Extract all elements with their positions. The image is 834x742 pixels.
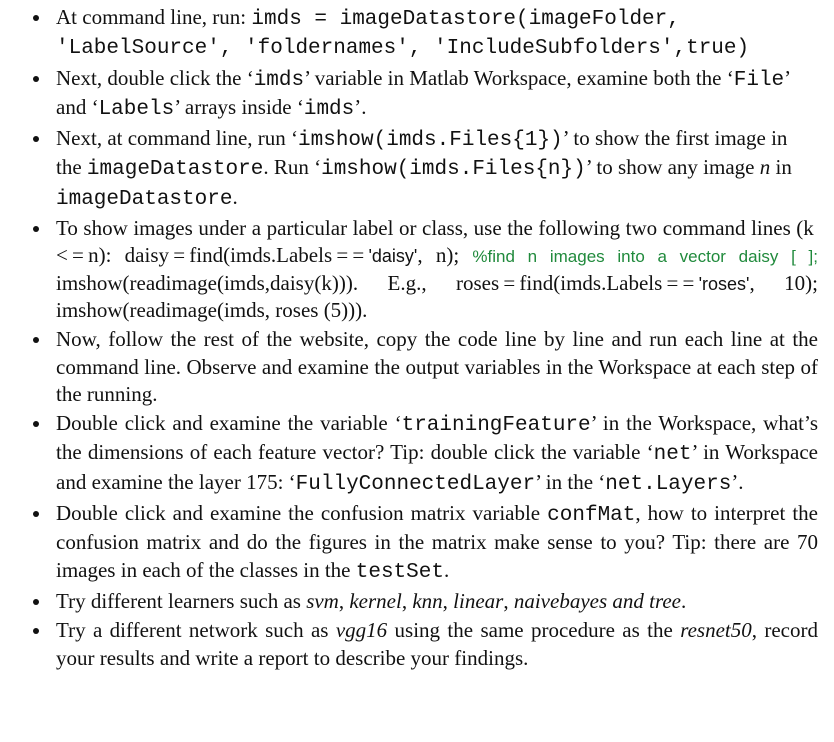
text: ’ in the ‘	[535, 470, 605, 494]
list-item: Next, at command line, run ‘imshow(imds.…	[52, 125, 818, 213]
list-item: Now, follow the rest of the website, cop…	[52, 326, 818, 408]
code-span: Labels	[99, 98, 175, 121]
code-span: imds	[254, 69, 304, 92]
text: , n);	[417, 243, 472, 267]
text: ,	[443, 589, 454, 613]
list-item: At command line, run: imds = imageDatast…	[52, 4, 818, 63]
text: ,	[503, 589, 514, 613]
string-literal: 'roses'	[699, 274, 750, 294]
code-span: imshow(imds.Files{1})	[298, 129, 563, 152]
code-span: confMat	[547, 504, 635, 527]
italic: svm	[306, 589, 339, 613]
text: ’.	[731, 470, 743, 494]
instruction-list: At command line, run: imds = imageDatast…	[8, 4, 818, 672]
list-item: Try a different network such as vgg16 us…	[52, 617, 818, 672]
code-span: imds	[304, 98, 354, 121]
italic: kernel	[349, 589, 401, 613]
text: ’ variable in Matlab Workspace, examine …	[304, 66, 734, 90]
text: . Run ‘	[263, 155, 321, 179]
code-span: imageDatastore	[87, 158, 263, 181]
text: Try different learners such as	[56, 589, 306, 613]
text: .	[232, 185, 237, 209]
text: ’ arrays inside ‘	[174, 95, 304, 119]
text: ,	[339, 589, 350, 613]
code-span: imshow(imds.Files{n})	[321, 158, 586, 181]
list-item: Next, double click the ‘imds’ variable i…	[52, 65, 818, 124]
italic: linear	[453, 589, 503, 613]
list-item: Double click and examine the confusion m…	[52, 500, 818, 586]
text: Next, at command line, run ‘	[56, 126, 298, 150]
text: in	[770, 155, 792, 179]
text: Double click and examine the confusion m…	[56, 501, 547, 525]
text: At command line, run:	[56, 5, 251, 29]
text: imshow(readimage(imds,daisy(k))). E.g., …	[56, 271, 699, 295]
italic: n	[760, 155, 771, 179]
text: ’.	[354, 95, 366, 119]
text: Now, follow the rest of the website, cop…	[56, 327, 818, 406]
text: using the same procedure as the	[387, 618, 680, 642]
italic: knn	[412, 589, 442, 613]
code-span: testSet	[356, 561, 444, 584]
text: ,	[402, 589, 413, 613]
text: .	[444, 558, 449, 582]
list-item: Try different learners such as svm, kern…	[52, 588, 818, 615]
code-span: net	[654, 443, 692, 466]
text: Try a different network such as	[56, 618, 336, 642]
code-span: trainingFeature	[402, 414, 591, 437]
code-span: File	[734, 69, 784, 92]
code-span: net.Layers	[605, 473, 731, 496]
list-item: To show images under a particular label …	[52, 215, 818, 324]
text: Double click and examine the variable ‘	[56, 411, 402, 435]
text: Next, double click the ‘	[56, 66, 254, 90]
text: .	[681, 589, 686, 613]
code-span: FullyConnectedLayer	[296, 473, 535, 496]
text: ’ to show any image	[586, 155, 760, 179]
string-literal: 'daisy'	[368, 246, 417, 266]
code-span: imageDatastore	[56, 188, 232, 211]
italic: vgg16	[336, 618, 387, 642]
italic: resnet50	[680, 618, 752, 642]
code-comment: %find n images into a vector daisy [ ];	[472, 247, 818, 266]
list-item: Double click and examine the variable ‘t…	[52, 410, 818, 498]
italic: naivebayes and tree	[514, 589, 681, 613]
